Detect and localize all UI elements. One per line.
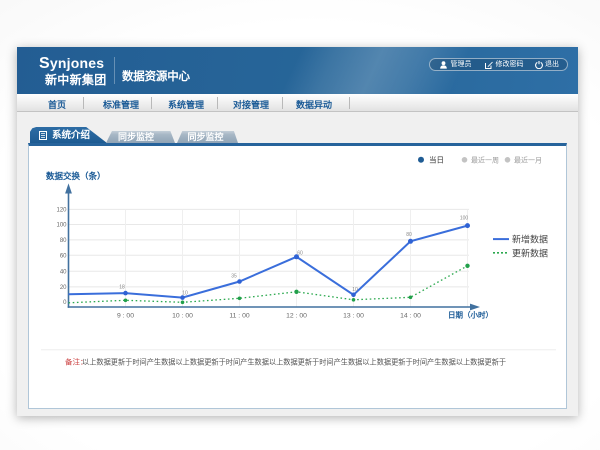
svg-text:40: 40 (60, 269, 67, 275)
svg-text:当日: 当日 (429, 155, 444, 165)
svg-text:14 : 00: 14 : 00 (400, 312, 421, 319)
svg-text:10: 10 (182, 291, 188, 297)
svg-text:13 : 00: 13 : 00 (343, 312, 364, 319)
svg-text:更新数据: 更新数据 (512, 247, 548, 258)
svg-text:10: 10 (352, 287, 358, 293)
svg-text:以上数据更新于时间产生数据以上数据更新于时间产生数据以上数据: 以上数据更新于时间产生数据以上数据更新于时间产生数据以上数据更新于时间产生数据以… (82, 357, 506, 366)
svg-text:20: 20 (60, 285, 67, 291)
svg-text:日期（小时）: 日期（小时） (448, 310, 493, 320)
svg-text:60: 60 (60, 254, 67, 260)
svg-text:12 : 00: 12 : 00 (286, 312, 307, 319)
svg-text:18: 18 (119, 285, 125, 291)
svg-text:100: 100 (460, 216, 469, 222)
svg-text:11 : 00: 11 : 00 (229, 312, 250, 319)
svg-text:0: 0 (63, 300, 67, 306)
svg-text:120: 120 (56, 208, 67, 214)
svg-text:最近一月: 最近一月 (514, 156, 542, 165)
svg-text:最近一周: 最近一周 (471, 156, 499, 165)
svg-text:60: 60 (297, 250, 303, 256)
svg-text:新增数据: 新增数据 (512, 234, 548, 245)
svg-text:100: 100 (56, 223, 67, 229)
svg-text:80: 80 (406, 232, 412, 238)
svg-text:80: 80 (60, 238, 67, 244)
svg-text:数据交换（条）: 数据交换（条） (46, 171, 106, 181)
svg-text:35: 35 (231, 274, 237, 280)
svg-text:9 : 00: 9 : 00 (117, 312, 134, 319)
svg-text:10 : 00: 10 : 00 (172, 312, 193, 319)
